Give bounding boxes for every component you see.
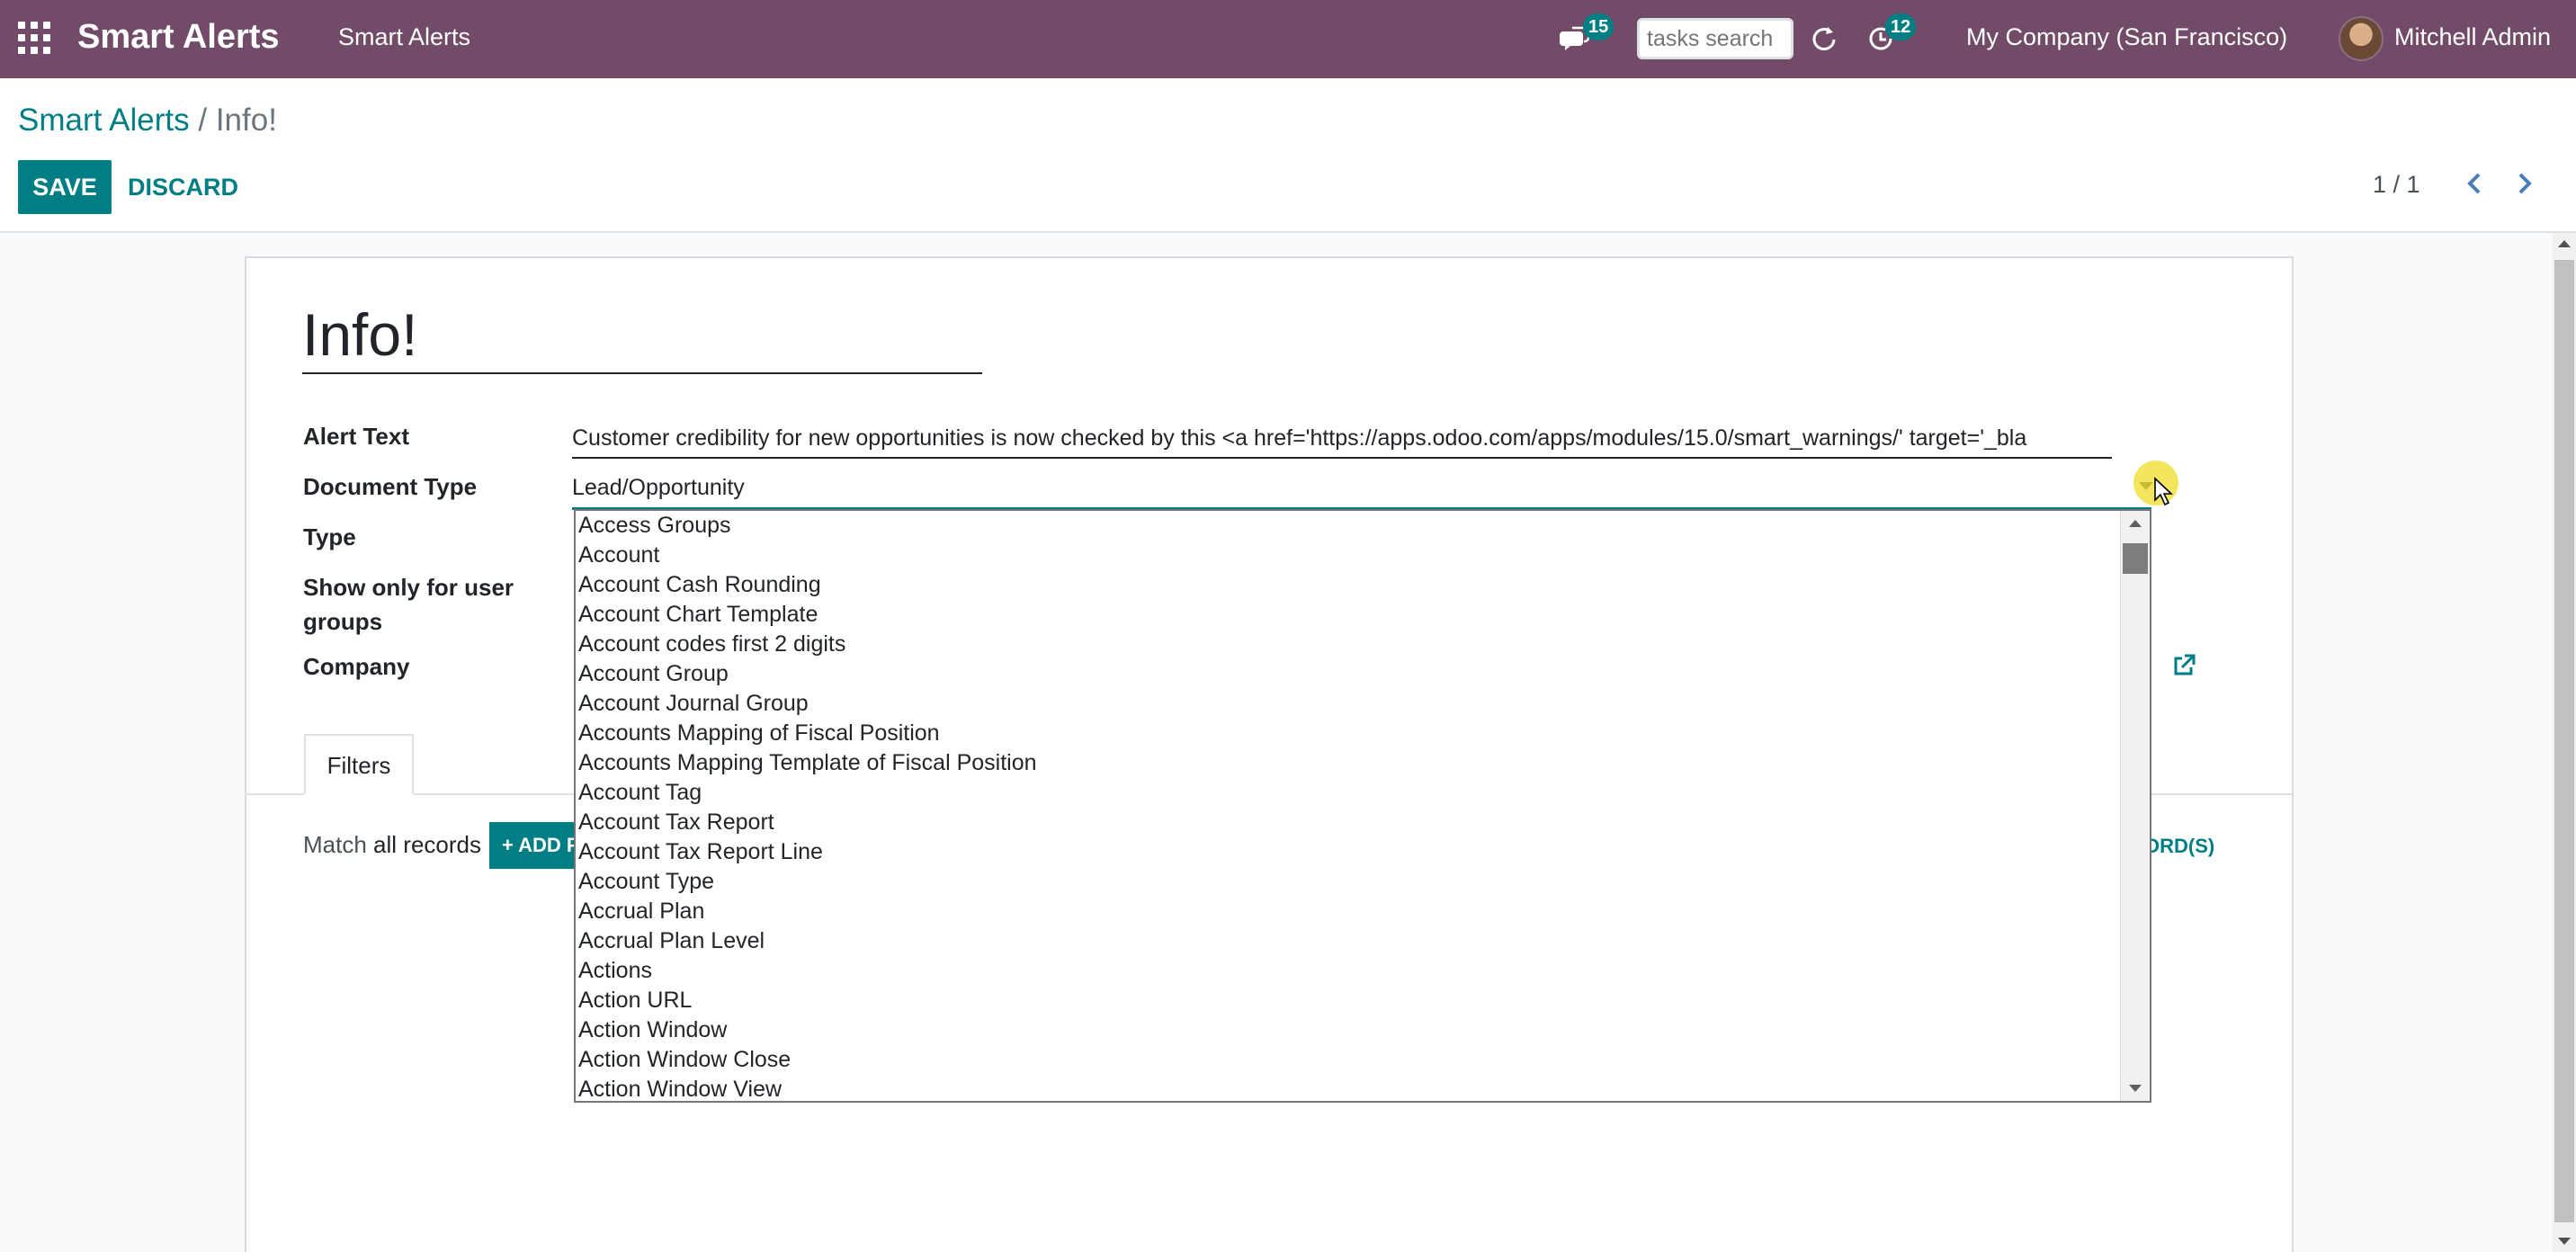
company-label: Company [303, 653, 410, 680]
dropdown-option[interactable]: Action Window [576, 1015, 2150, 1045]
top-navbar: Smart Alerts Smart Alerts 15 12 My Compa… [0, 0, 2576, 78]
page-scroll-up-icon[interactable] [2558, 240, 2571, 247]
page-scroll-down-icon[interactable] [2558, 1238, 2571, 1245]
breadcrumb: Smart Alerts / Info! [18, 103, 277, 139]
chevron-right-icon[interactable] [2511, 167, 2538, 200]
dropdown-option[interactable]: Accrual Plan Level [576, 926, 2150, 956]
dropdown-option[interactable]: Account Cash Rounding [576, 570, 2150, 600]
dropdown-option[interactable]: Accounts Mapping of Fiscal Position [576, 719, 2150, 748]
page-scroll-thumb[interactable] [2554, 260, 2574, 1222]
dropdown-option[interactable]: Account codes first 2 digits [576, 630, 2150, 659]
pager-value[interactable]: 1 / 1 [2373, 171, 2420, 199]
messages-badge: 15 [1583, 13, 1614, 40]
dropdown-options: Access Groups Account Account Cash Roundin… [576, 511, 2150, 1101]
control-panel [0, 78, 2576, 233]
app-brand[interactable]: Smart Alerts [77, 18, 280, 57]
save-button[interactable]: SAVE [18, 160, 112, 214]
dropdown-option[interactable]: Account Chart Template [576, 600, 2150, 630]
dropdown-scroll-thumb[interactable] [2123, 543, 2148, 574]
tasks-search-input[interactable] [1637, 18, 1793, 59]
dropdown-option[interactable]: Accrual Plan [576, 897, 2150, 926]
refresh-icon[interactable] [1808, 23, 1838, 54]
dropdown-option[interactable]: Account Journal Group [576, 689, 2150, 719]
dropdown-option[interactable]: Account Tax Report Line [576, 837, 2150, 867]
dropdown-option[interactable]: Action URL [576, 986, 2150, 1015]
page-scrollbar[interactable] [2553, 233, 2576, 1252]
mouse-cursor-icon [2154, 477, 2174, 506]
tab-filters[interactable]: Filters [304, 734, 414, 795]
add-filter-button[interactable]: + ADD FILTER [489, 822, 576, 869]
dropdown-option[interactable]: Access Groups [576, 511, 2150, 541]
dropdown-option[interactable]: Account [576, 541, 2150, 570]
dropdown-option[interactable]: Accounts Mapping Template of Fiscal Posi… [576, 748, 2150, 778]
dropdown-option[interactable]: Account Group [576, 659, 2150, 689]
scroll-up-arrow-icon[interactable] [2129, 520, 2142, 527]
company-switcher[interactable]: My Company (San Francisco) [1966, 23, 2287, 51]
match-value[interactable]: all records [373, 831, 481, 858]
apps-menu-icon[interactable] [18, 22, 50, 54]
menu-smart-alerts[interactable]: Smart Alerts [338, 23, 470, 51]
dropdown-option[interactable]: Account Type [576, 867, 2150, 897]
activities-badge: 12 [1885, 13, 1917, 40]
type-label: Type [303, 523, 356, 550]
breadcrumb-current: Info! [215, 103, 277, 138]
match-statement: Match all records [303, 831, 481, 859]
dropdown-option[interactable]: Account Tax Report [576, 808, 2150, 837]
chevron-left-icon[interactable] [2461, 167, 2488, 200]
scroll-down-arrow-icon[interactable] [2129, 1085, 2142, 1092]
discard-button[interactable]: DISCARD [122, 160, 241, 214]
breadcrumb-parent[interactable]: Smart Alerts [18, 103, 190, 138]
dropdown-option[interactable]: Account Tag [576, 778, 2150, 808]
alert-text-label: Alert Text [303, 423, 409, 450]
user-menu[interactable]: Mitchell Admin [2394, 23, 2551, 51]
dropdown-option[interactable]: Action Window View [576, 1075, 2150, 1101]
match-prefix: Match [303, 831, 367, 858]
document-type-select[interactable]: Lead/Opportunity [572, 471, 2151, 510]
dropdown-option[interactable]: Action Window Close [576, 1045, 2150, 1075]
user-groups-label-line2: groups [303, 608, 383, 635]
breadcrumb-separator: / [198, 103, 208, 138]
records-link[interactable]: ORD(S) [2144, 835, 2214, 858]
document-type-label: Document Type [303, 473, 478, 500]
user-groups-label-line1: Show only for user [303, 574, 514, 601]
user-avatar[interactable] [2339, 16, 2384, 61]
alert-name-input[interactable]: Info! [302, 297, 982, 374]
alert-text-input[interactable]: Customer credibility for new opportuniti… [572, 421, 2112, 459]
dropdown-option[interactable]: Actions [576, 956, 2150, 986]
document-type-dropdown[interactable]: Access Groups Account Account Cash Roundin… [574, 509, 2151, 1103]
external-link-icon[interactable] [2171, 653, 2196, 678]
dropdown-scrollbar[interactable] [2120, 511, 2150, 1101]
